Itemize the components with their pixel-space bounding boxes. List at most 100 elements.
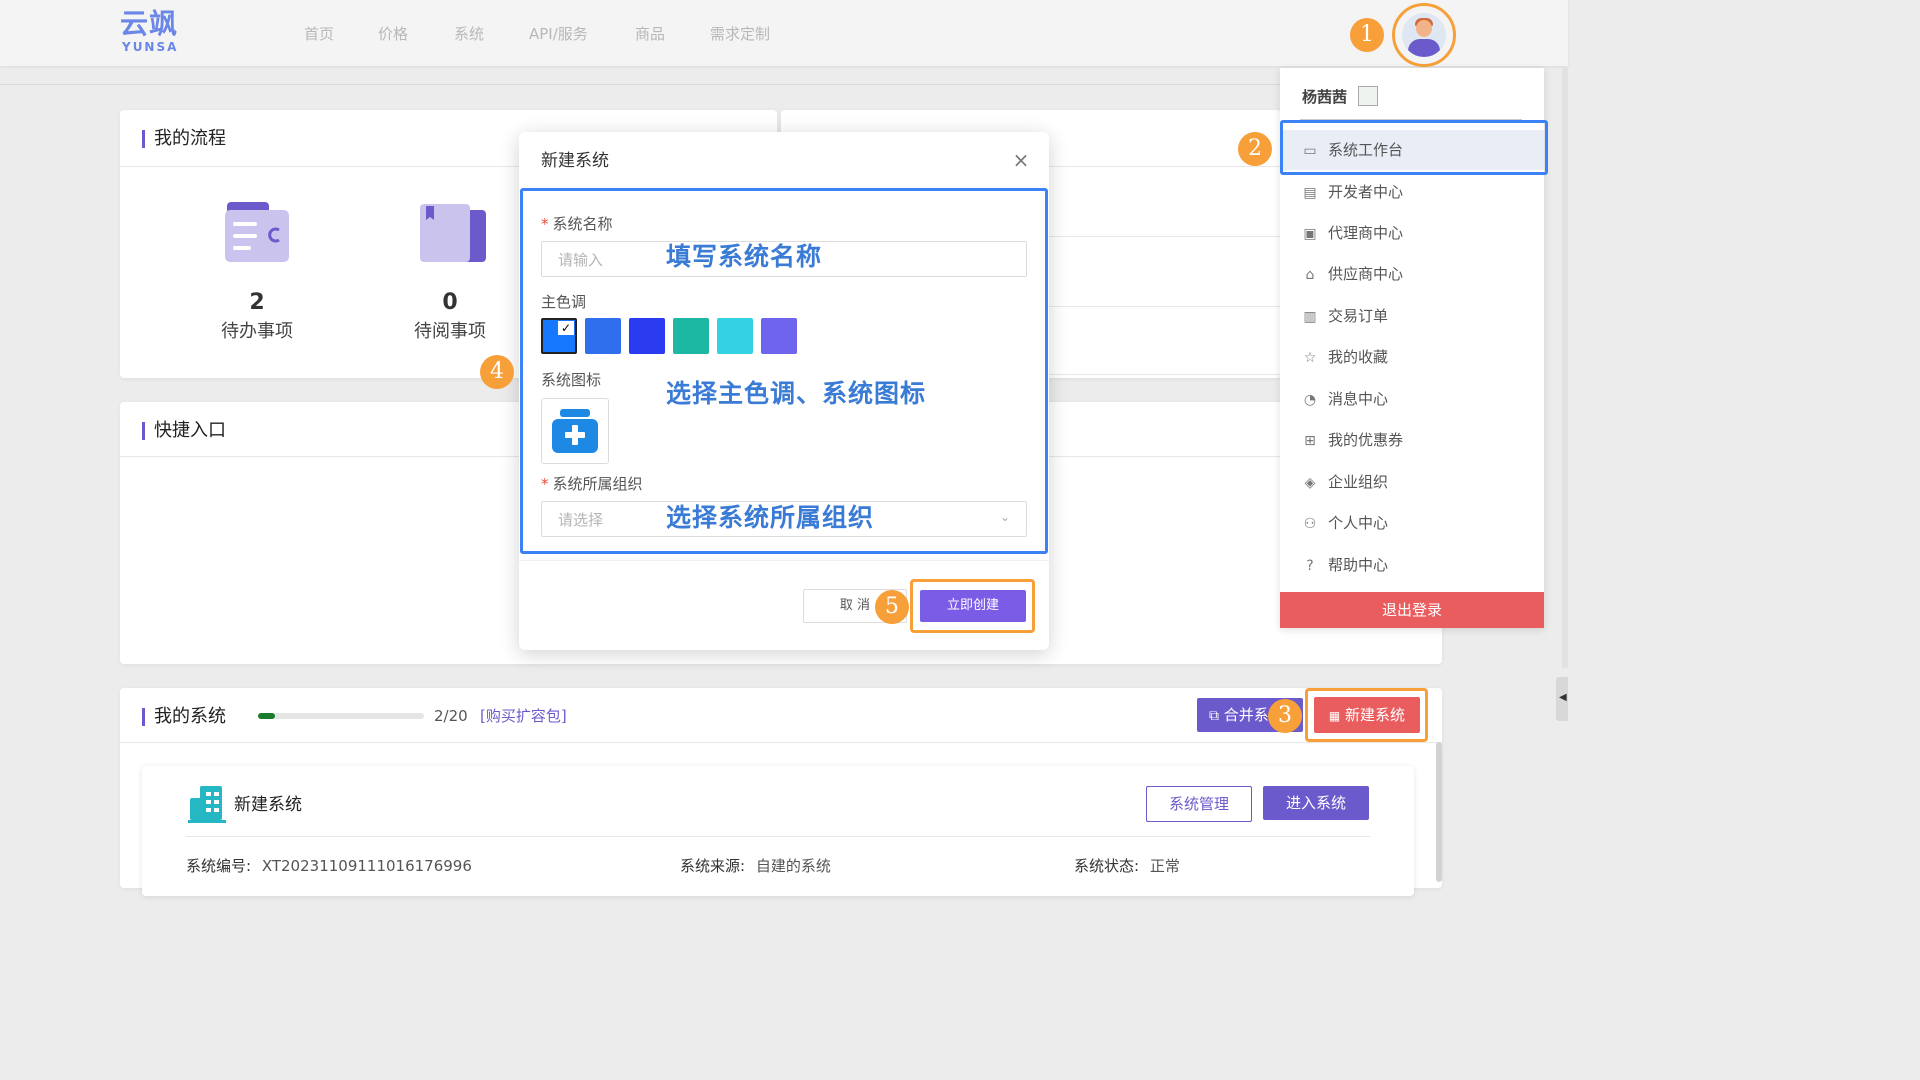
menu-item-label: 我的优惠券	[1328, 431, 1404, 449]
menu-item-label: 消息中心	[1328, 390, 1389, 408]
step-badge-4: 4	[480, 355, 514, 389]
avatar[interactable]	[1402, 13, 1446, 57]
systems-title: 我的系统	[142, 706, 226, 728]
menu-item-help[interactable]: ? 帮助中心	[1280, 545, 1544, 585]
logo-subtext: YUNSA	[122, 40, 179, 54]
star-icon: ☆	[1303, 350, 1317, 366]
new-system-label: 新建系统	[1345, 706, 1406, 724]
menu-item-label: 代理商中心	[1328, 224, 1404, 242]
color-swatch-4[interactable]	[673, 318, 709, 354]
merge-system-label: 合并系	[1223, 706, 1269, 724]
system-status: 系统状态: 正常	[1074, 856, 1180, 876]
menu-item-label: 交易订单	[1328, 307, 1389, 325]
menu-item-favorites[interactable]: ☆ 我的收藏	[1280, 337, 1544, 377]
stat-todo-value: 2	[249, 290, 265, 315]
briefcase-icon: ▣	[1303, 226, 1317, 242]
grid-icon: ▦	[1328, 709, 1341, 723]
building-icon	[188, 786, 226, 823]
color-swatch-6[interactable]	[761, 318, 797, 354]
annotation-org: 选择系统所属组织	[666, 503, 875, 532]
system-source: 系统来源: 自建的系统	[680, 856, 831, 876]
page-scrollbar[interactable]	[1562, 68, 1568, 668]
menu-item-label: 开发者中心	[1328, 183, 1404, 201]
buy-expansion-link[interactable]: [购买扩容包]	[480, 706, 567, 726]
quota-progress	[258, 713, 424, 719]
system-name-placeholder: 请输入	[558, 251, 604, 269]
menu-item-orders[interactable]: ▥ 交易订单	[1280, 296, 1544, 336]
logo-text: 云飒	[120, 7, 179, 40]
menu-username: 杨茜茜	[1302, 88, 1348, 106]
nav-custom[interactable]: 需求定制	[710, 24, 770, 44]
menu-item-coupons[interactable]: ⊞ 我的优惠券	[1280, 420, 1544, 460]
nav-home[interactable]: 首页	[304, 24, 334, 44]
create-now-button[interactable]: 立即创建	[920, 590, 1026, 622]
workbench-highlight	[1280, 120, 1548, 175]
logo[interactable]: 云飒 YUNSA	[120, 8, 200, 56]
system-code: 系统编号: XT20231109111016176996	[186, 856, 472, 876]
stat-toread-value: 0	[442, 290, 458, 315]
system-code-value: XT20231109111016176996	[261, 857, 472, 875]
system-name: 新建系统	[234, 795, 302, 815]
divider	[0, 84, 1280, 85]
user-icon: ⚇	[1303, 516, 1317, 532]
system-item-card: 新建系统 系统管理 进入系统 系统编号: XT20231109111016176…	[142, 766, 1414, 896]
menu-item-label: 个人中心	[1328, 514, 1389, 532]
system-status-label: 系统状态:	[1074, 857, 1140, 875]
enter-system-button[interactable]: 进入系统	[1263, 786, 1369, 820]
annotation-name: 填写系统名称	[666, 242, 823, 271]
menu-item-profile[interactable]: ⚇ 个人中心	[1280, 503, 1544, 543]
system-icon-picker[interactable]	[541, 398, 609, 464]
todo-icon	[225, 202, 289, 262]
system-source-label: 系统来源:	[680, 857, 746, 875]
menu-item-label: 供应商中心	[1328, 265, 1404, 283]
stat-toread-label: 待阅事项	[414, 321, 486, 342]
toread-icon	[420, 204, 486, 262]
color-swatch-2[interactable]	[585, 318, 621, 354]
system-name-label: * 系统名称	[541, 215, 613, 233]
icon-label: 系统图标	[541, 371, 602, 389]
color-swatch-3[interactable]	[629, 318, 665, 354]
step-badge-1: 1	[1350, 18, 1384, 52]
close-icon[interactable]: ×	[1011, 150, 1031, 170]
menu-item-label: 企业组织	[1328, 473, 1389, 491]
system-manage-button[interactable]: 系统管理	[1146, 786, 1252, 822]
broken-image-icon	[1358, 86, 1378, 106]
nav-api[interactable]: API/服务	[529, 24, 588, 44]
menu-item-messages[interactable]: ◔ 消息中心	[1280, 379, 1544, 419]
check-icon: ✓	[558, 321, 574, 335]
color-swatch-1[interactable]: ✓	[541, 318, 577, 354]
menu-item-label: 我的收藏	[1328, 348, 1389, 366]
logout-button[interactable]: 退出登录	[1280, 592, 1544, 628]
nav-goods[interactable]: 商品	[635, 24, 665, 44]
bell-icon: ◔	[1303, 392, 1317, 408]
menu-item-organization[interactable]: ◈ 企业组织	[1280, 462, 1544, 502]
document-icon: ▥	[1303, 309, 1317, 325]
stat-todo-label: 待办事项	[221, 321, 293, 342]
system-code-label: 系统编号:	[186, 857, 252, 875]
help-icon: ?	[1306, 558, 1314, 574]
system-source-value: 自建的系统	[755, 857, 831, 875]
menu-item-label: 帮助中心	[1328, 556, 1389, 574]
annotation-color-icon: 选择主色调、系统图标	[666, 379, 927, 408]
color-swatch-5[interactable]	[717, 318, 753, 354]
stat-todo[interactable]: 2 待办事项	[197, 290, 317, 344]
stat-toread[interactable]: 0 待阅事项	[390, 290, 510, 344]
nav-system[interactable]: 系统	[454, 24, 484, 44]
chevron-down-icon: ⌄	[1000, 510, 1011, 524]
new-system-dialog: 新建系统 × * 系统名称 请输入 填写系统名称 主色调 ✓ 系统图标 选择主色调…	[519, 132, 1049, 650]
systems-scrollbar[interactable]	[1436, 742, 1442, 882]
menu-item-agent[interactable]: ▣ 代理商中心	[1280, 213, 1544, 253]
quota-text: 2/20	[434, 707, 468, 725]
menu-item-developer[interactable]: ▤ 开发者中心	[1280, 172, 1544, 212]
collapse-toggle[interactable]: ◀	[1556, 677, 1568, 721]
org-label: * 系统所属组织	[541, 475, 643, 493]
nav-price[interactable]: 价格	[378, 24, 408, 44]
step-badge-3: 3	[1268, 699, 1302, 733]
menu-item-supplier[interactable]: ⌂ 供应商中心	[1280, 254, 1544, 294]
org-placeholder: 请选择	[558, 511, 604, 529]
gift-icon: ⊞	[1304, 433, 1316, 449]
step-badge-2: 2	[1238, 132, 1272, 166]
new-system-button[interactable]: ▦ 新建系统	[1314, 697, 1420, 733]
color-label: 主色调	[541, 293, 587, 311]
layers-icon: ◈	[1304, 475, 1316, 491]
